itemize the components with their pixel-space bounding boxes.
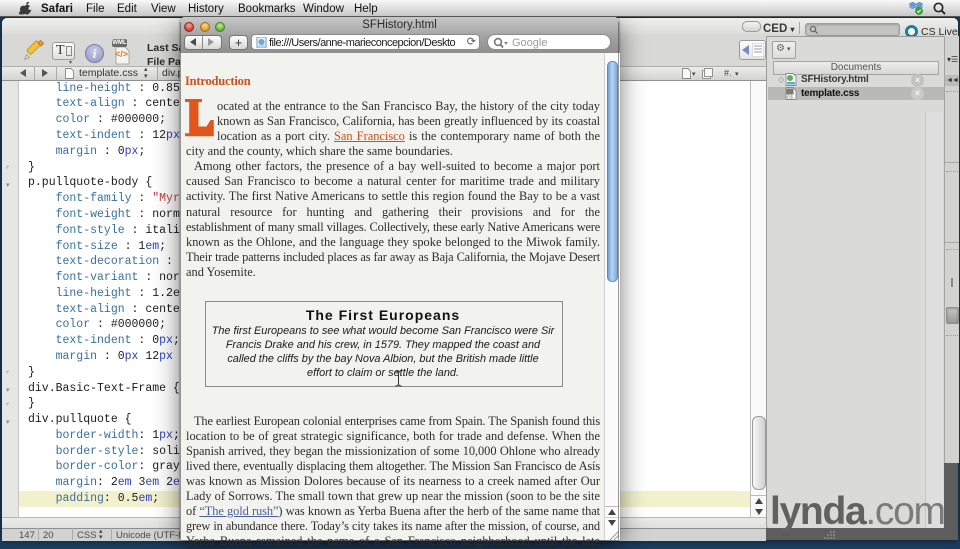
svg-text:cs: cs [787,95,793,101]
